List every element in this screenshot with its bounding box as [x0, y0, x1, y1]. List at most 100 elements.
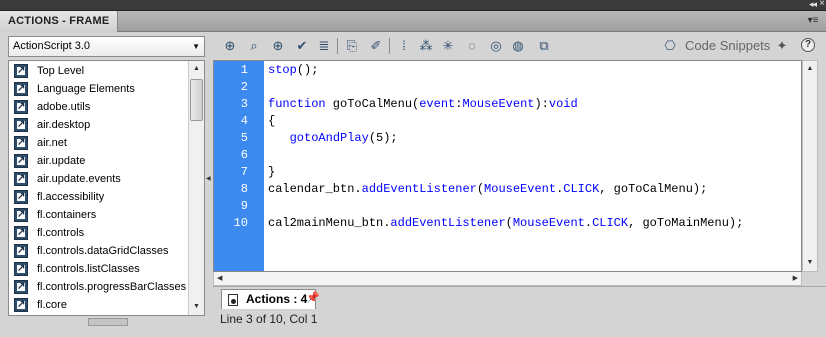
show-hide-toolbox-icon[interactable]: ⧉ [535, 37, 553, 55]
line-number: 1 [240, 63, 248, 77]
code-token: CLICK [592, 216, 629, 230]
line-number: 6 [240, 148, 248, 162]
find-icon[interactable]: ⌕ [245, 37, 263, 55]
collapse-selection-icon[interactable]: ⁂ [417, 37, 435, 55]
debug-options-icon[interactable]: ✐ [367, 37, 385, 55]
chevron-down-icon: ▼ [192, 42, 200, 51]
code-token: gotoAndPlay [289, 131, 369, 145]
package-book-icon [14, 170, 28, 188]
toolbox-item[interactable]: air.desktop [9, 116, 187, 134]
scroll-left-icon[interactable]: ◀ [217, 272, 222, 286]
apply-block-comment-icon[interactable]: ◌ [463, 37, 481, 55]
toolbar-separator [337, 38, 338, 54]
code-editor[interactable]: 1 2 3 4 5 6 7 8 9 10 stop(); function goToCalMenu(… [213, 60, 802, 272]
code-token: . [584, 216, 593, 230]
code-line: calendar_btn.addEventListener(MouseEvent… [268, 181, 707, 198]
panel-titlebar: ACTIONS - FRAME ▾≡ [0, 11, 826, 32]
toolbar-separator [389, 38, 390, 54]
toolbox-item[interactable]: fl.accessibility [9, 188, 187, 206]
toolbox-item[interactable]: air.net [9, 134, 187, 152]
editor-horizontal-scrollbar[interactable]: ◀ ▶ [213, 272, 802, 286]
toolbox-item-label: fl.accessibility [37, 191, 105, 203]
script-tab-bar: Actions : 4 📌 [213, 286, 826, 309]
scroll-down-icon[interactable]: ▼ [189, 299, 204, 315]
toolbox-item-label: fl.containers [37, 209, 97, 221]
toolbox-item[interactable]: fl.controls.progressBarClasses [9, 278, 187, 296]
language-select[interactable]: ActionScript 3.0 ▼ [8, 36, 205, 57]
code-token: void [548, 97, 578, 111]
close-panel-icon[interactable]: × [819, 0, 825, 9]
toolbox-resize-handle[interactable] [88, 318, 128, 326]
panel-splitter[interactable]: ◀ [206, 36, 212, 326]
script-tab-label: Actions : 4 [246, 292, 308, 306]
scroll-right-icon[interactable]: ▶ [793, 272, 798, 286]
line-number-gutter: 1 2 3 4 5 6 7 8 9 10 [214, 61, 264, 271]
toolbox-item[interactable]: Top Level [9, 62, 187, 80]
toolbox-item[interactable]: fl.controls.listClasses [9, 260, 187, 278]
package-book-icon [14, 242, 28, 260]
code-token: CLICK [563, 182, 600, 196]
toolbox-item-label: air.update [37, 155, 86, 167]
code-line: function goToCalMenu(event:MouseEvent):v… [268, 96, 578, 113]
toolbox-item[interactable]: air.update.events [9, 170, 187, 188]
code-line: } [268, 164, 275, 181]
expand-all-icon[interactable]: ✳ [439, 37, 457, 55]
toolbox-scrollbar[interactable]: ▲ ▼ [188, 61, 204, 315]
panel-menu-icon[interactable]: ▾≡ [806, 14, 820, 28]
scroll-up-icon[interactable]: ▲ [189, 61, 204, 77]
script-tab-actions[interactable]: Actions : 4 [221, 289, 317, 309]
package-book-icon [14, 98, 28, 116]
collapse-between-braces-icon[interactable]: ⁞ [395, 37, 413, 55]
line-number: 4 [240, 114, 248, 128]
code-hint-icon[interactable]: ⎘ [343, 37, 361, 55]
scroll-thumb[interactable] [190, 79, 203, 121]
code-snippets-label: Code Snippets [685, 38, 771, 53]
panel-tab-actions-frame[interactable]: ACTIONS - FRAME [0, 11, 119, 32]
package-book-icon [14, 224, 28, 242]
check-syntax-icon[interactable]: ✔ [293, 37, 311, 55]
toolbox-item-label: Language Elements [37, 83, 135, 95]
toolbox-item[interactable]: Language Elements [9, 80, 187, 98]
collapse-left-icon[interactable]: ◀ [206, 171, 212, 187]
toolbox-item-label: Top Level [37, 65, 85, 77]
code-token: goToCalMenu( [325, 97, 420, 111]
code-token: addEventListener [390, 216, 506, 230]
toolbox-item-label: fl.controls [37, 227, 85, 239]
apply-line-comment-icon[interactable]: ◎ [487, 37, 505, 55]
code-snippets-icon: ⎔ [664, 38, 676, 53]
package-book-icon [14, 134, 28, 152]
script-assist-wand-icon[interactable]: ✦ [773, 37, 791, 55]
package-book-icon [14, 152, 28, 170]
code-token: MouseEvent [512, 216, 585, 230]
code-token: stop [268, 63, 297, 77]
collapse-panel-icon[interactable]: ◂◂ [809, 0, 817, 10]
toolbox-item[interactable]: air.update [9, 152, 187, 170]
line-number: 7 [240, 165, 248, 179]
package-book-icon [14, 188, 28, 206]
toolbox-tree: Top Level Language Elements adobe.utils air… [8, 60, 205, 316]
toolbox-item[interactable]: fl.controls [9, 224, 187, 242]
toolbox-item[interactable]: fl.core [9, 296, 187, 314]
auto-format-icon[interactable]: ≣ [315, 37, 333, 55]
pin-script-icon[interactable]: 📌 [306, 292, 322, 304]
toolbox-item[interactable]: fl.controls.dataGridClasses [9, 242, 187, 260]
scroll-up-icon[interactable]: ▲ [803, 61, 817, 77]
help-icon[interactable]: ? [801, 38, 815, 52]
remove-comment-icon[interactable]: ◍ [509, 37, 527, 55]
line-number: 2 [240, 80, 248, 94]
target-path-icon[interactable]: ⊕ [269, 37, 287, 55]
code-token: , goToMainMenu); [628, 216, 744, 230]
add-script-item-icon[interactable]: ⊕ [221, 37, 239, 55]
toolbox-item-label: adobe.utils [37, 101, 91, 113]
code-token: ): [534, 97, 549, 111]
code-token: (5); [368, 131, 398, 145]
code-token: MouseEvent [484, 182, 557, 196]
toolbox-item[interactable]: fl.containers [9, 206, 187, 224]
cursor-position-status: Line 3 of 10, Col 1 [220, 312, 318, 326]
code-token: addEventListener [361, 182, 477, 196]
toolbox-item[interactable]: adobe.utils [9, 98, 187, 116]
scroll-down-icon[interactable]: ▼ [803, 255, 817, 271]
editor-vertical-scrollbar[interactable]: ▲ ▼ [802, 60, 818, 272]
toolbox-item-label: fl.controls.progressBarClasses [37, 281, 187, 293]
